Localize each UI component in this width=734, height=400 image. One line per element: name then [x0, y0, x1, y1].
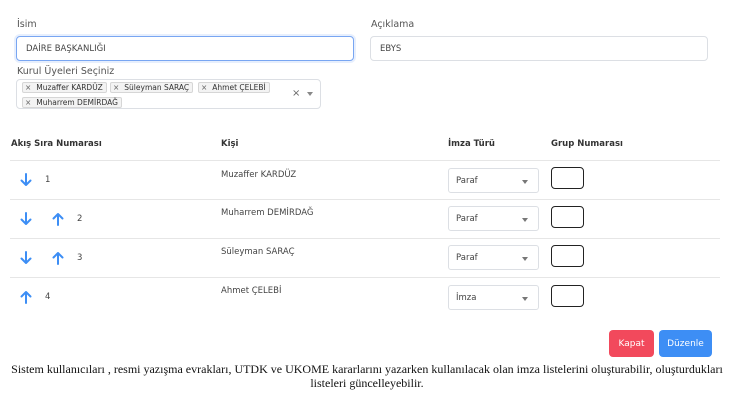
arrow-down-icon[interactable]	[20, 212, 32, 226]
chevron-down-icon[interactable]	[307, 92, 313, 96]
name-input[interactable]: DAİRE BAŞKANLIĞI	[16, 36, 354, 61]
order-number: 1	[45, 175, 51, 185]
signature-type-select[interactable]: Paraf	[448, 245, 539, 270]
divider	[10, 160, 720, 161]
group-number-input[interactable]	[551, 245, 584, 267]
signature-type-value: Paraf	[456, 175, 478, 186]
column-header-group: Grup Numarası	[551, 139, 623, 149]
divider	[10, 199, 720, 200]
description-input[interactable]: EBYS	[370, 36, 708, 61]
tag-remove-icon[interactable]: ×	[25, 83, 33, 92]
signature-type-value: Paraf	[456, 252, 478, 263]
order-number: 2	[77, 214, 83, 224]
person-name: Muharrem DEMİRDAĞ	[221, 208, 314, 218]
column-header-person: Kişi	[221, 139, 239, 149]
description-label: Açıklama	[371, 19, 415, 30]
member-tag-label: Ahmet ÇELEBİ	[212, 83, 266, 92]
group-number-input[interactable]	[551, 167, 584, 189]
chevron-down-icon	[522, 180, 528, 184]
member-tag: × Muharrem DEMİRDAĞ	[22, 97, 122, 108]
chevron-down-icon	[522, 257, 528, 261]
order-number: 4	[45, 292, 51, 302]
edit-button[interactable]: Düzenle	[659, 330, 712, 357]
signature-type-value: Paraf	[456, 213, 478, 224]
member-tag: × Süleyman SARAÇ	[110, 82, 194, 93]
signature-type-select[interactable]: Paraf	[448, 168, 539, 193]
member-tag-label: Süleyman SARAÇ	[124, 83, 190, 92]
chevron-down-icon	[522, 218, 528, 222]
group-number-input[interactable]	[551, 206, 584, 228]
signature-type-select[interactable]: Paraf	[448, 206, 539, 231]
clear-selection-icon[interactable]: ×	[292, 88, 300, 99]
person-name: Ahmet ÇELEBİ	[221, 286, 282, 296]
arrow-down-icon[interactable]	[20, 173, 32, 187]
signature-type-select[interactable]: İmza	[448, 285, 539, 310]
arrow-up-icon[interactable]	[52, 251, 64, 265]
person-name: Muzaffer KARDÜZ	[221, 170, 297, 180]
member-tag-label: Muzaffer KARDÜZ	[36, 83, 103, 92]
name-label: İsim	[17, 19, 37, 30]
member-tag: × Ahmet ÇELEBİ	[198, 82, 270, 93]
members-label: Kurul Üyeleri Seçiniz	[17, 66, 115, 77]
close-button[interactable]: Kapat	[609, 330, 654, 357]
tag-remove-icon[interactable]: ×	[25, 98, 33, 107]
order-number: 3	[77, 253, 83, 263]
column-header-order: Akış Sıra Numarası	[11, 139, 102, 149]
tag-remove-icon[interactable]: ×	[113, 83, 121, 92]
page-caption: Sistem kullanıcıları , resmi yazışma evr…	[11, 362, 723, 390]
signature-type-value: İmza	[456, 292, 477, 303]
divider	[10, 277, 720, 278]
member-tag: × Muzaffer KARDÜZ	[22, 82, 107, 93]
person-name: Süleyman SARAÇ	[221, 247, 295, 257]
arrow-up-icon[interactable]	[20, 290, 32, 304]
divider	[10, 238, 720, 239]
member-tag-label: Muharrem DEMİRDAĞ	[36, 98, 118, 107]
group-number-input[interactable]	[551, 285, 584, 307]
column-header-signature: İmza Türü	[448, 139, 495, 149]
chevron-down-icon	[522, 297, 528, 301]
tag-remove-icon[interactable]: ×	[201, 83, 209, 92]
arrow-down-icon[interactable]	[20, 251, 32, 265]
arrow-up-icon[interactable]	[52, 212, 64, 226]
